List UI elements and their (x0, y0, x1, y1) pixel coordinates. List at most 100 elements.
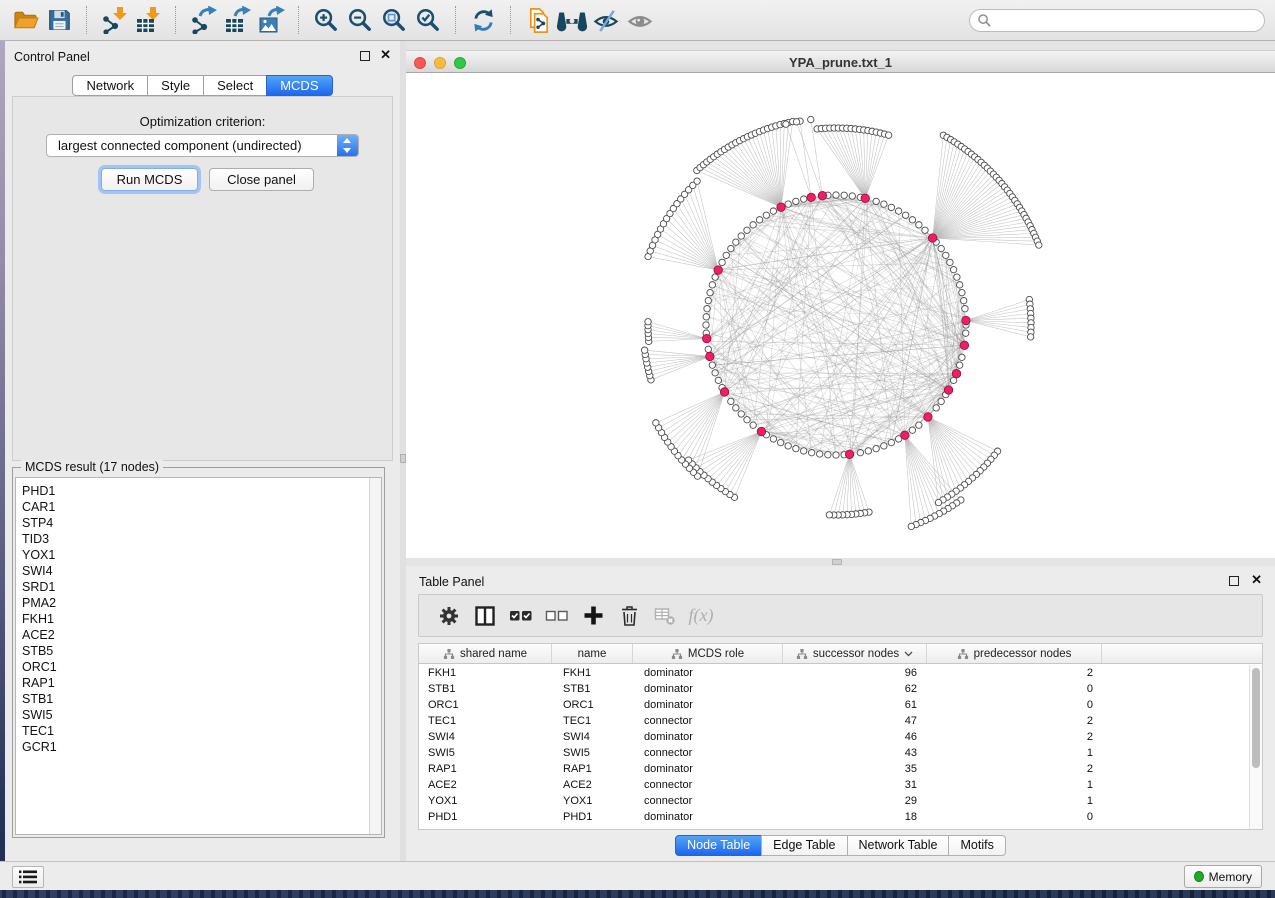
mcds-hub-node[interactable] (818, 192, 826, 200)
mcds-hub-node[interactable] (703, 334, 711, 342)
mcds-result-item[interactable]: PMA2 (22, 595, 381, 611)
tab-motifs[interactable]: Motifs (948, 835, 1005, 856)
mcds-result-item[interactable]: SRD1 (22, 579, 381, 595)
close-panel-button[interactable]: Close panel (209, 168, 314, 191)
mcds-result-item[interactable]: STB5 (22, 643, 381, 659)
close-panel-icon[interactable]: ✕ (380, 48, 391, 62)
zoom-in-icon[interactable] (309, 3, 343, 37)
tab-select[interactable]: Select (203, 75, 267, 96)
open-file-icon[interactable] (8, 3, 42, 37)
table-scrollbar[interactable] (1249, 665, 1262, 829)
table-row[interactable]: PHD1PHD1dominator180 (419, 809, 1249, 825)
mcds-hub-node[interactable] (757, 427, 765, 435)
refresh-view-icon[interactable] (466, 3, 500, 37)
mcds-hub-node[interactable] (706, 352, 714, 360)
mcds-result-item[interactable]: YOX1 (22, 547, 381, 563)
zoom-out-icon[interactable] (343, 3, 377, 37)
table-row[interactable]: ACE2ACE2connector311 (419, 777, 1249, 793)
mcds-result-item[interactable]: SWI5 (22, 707, 381, 723)
hide-selected-icon[interactable] (589, 3, 623, 37)
network-view-canvas[interactable] (406, 73, 1275, 558)
mcds-hub-node[interactable] (720, 388, 728, 396)
select-all-icon[interactable] (503, 598, 539, 634)
memory-button[interactable]: Memory (1184, 865, 1262, 888)
add-column-icon[interactable] (575, 598, 611, 634)
table-settings-icon[interactable] (431, 598, 467, 634)
mcds-result-item[interactable]: STP4 (22, 515, 381, 531)
column-header-name[interactable]: name (552, 644, 633, 663)
float-panel-icon[interactable] (1229, 576, 1239, 586)
tab-style[interactable]: Style (147, 75, 204, 96)
mcds-result-item[interactable]: ORC1 (22, 659, 381, 675)
mcds-hub-node[interactable] (944, 386, 952, 394)
show-all-icon[interactable] (623, 3, 657, 37)
column-header-predecessor-nodes[interactable]: predecessor nodes (927, 644, 1102, 663)
column-header-MCDS-role[interactable]: MCDS role (633, 644, 783, 663)
network-graph[interactable] (406, 73, 1275, 558)
mcds-hub-node[interactable] (777, 203, 785, 211)
mcds-result-item[interactable]: PHD1 (22, 483, 381, 499)
tab-edge-table[interactable]: Edge Table (761, 835, 847, 856)
mcds-hub-node[interactable] (807, 193, 815, 201)
mcds-hub-node[interactable] (901, 431, 909, 439)
tab-network-table[interactable]: Network Table (847, 835, 950, 856)
float-panel-icon[interactable] (360, 51, 370, 61)
mcds-hub-node[interactable] (960, 341, 968, 349)
scrollbar-thumb[interactable] (1252, 668, 1260, 768)
export-table-icon[interactable] (220, 3, 254, 37)
delete-table-icon[interactable] (647, 598, 683, 634)
search-input[interactable] (969, 9, 1265, 32)
run-mcds-button[interactable]: Run MCDS (101, 168, 198, 191)
mcds-result-item[interactable]: GCR1 (22, 739, 381, 755)
mcds-hub-node[interactable] (714, 266, 722, 274)
first-neighbors-icon[interactable] (555, 3, 589, 37)
column-header-shared-name[interactable]: shared name (419, 644, 552, 663)
table-row[interactable]: YOX1YOX1connector291 (419, 793, 1249, 809)
mcds-list-scrollbar[interactable] (369, 478, 381, 834)
table-row[interactable]: TEC1TEC1connector472 (419, 713, 1249, 729)
optimization-criterion-dropdown[interactable]: largest connected component (undirected) (46, 134, 359, 157)
zoom-fit-icon[interactable] (377, 3, 411, 37)
mcds-result-item[interactable]: STB1 (22, 691, 381, 707)
mcds-result-item[interactable]: SWI4 (22, 563, 381, 579)
delete-column-icon[interactable] (611, 598, 647, 634)
tab-network[interactable]: Network (72, 75, 148, 96)
save-session-icon[interactable] (42, 3, 76, 37)
table-row[interactable]: RAP1RAP1dominator352 (419, 761, 1249, 777)
import-table-icon[interactable] (131, 3, 165, 37)
mcds-hub-node[interactable] (845, 450, 853, 458)
mcds-result-list[interactable]: PHD1CAR1STP4TID3YOX1SWI4SRD1PMA2FKH1ACE2… (15, 477, 382, 835)
tab-node-table[interactable]: Node Table (675, 835, 762, 856)
mcds-result-item[interactable]: FKH1 (22, 611, 381, 627)
network-window-titlebar[interactable]: YPA_prune.txt_1 (406, 50, 1275, 73)
mcds-hub-node[interactable] (962, 316, 970, 324)
horizontal-splitter[interactable] (406, 558, 1275, 566)
export-network-icon[interactable] (186, 3, 220, 37)
close-panel-icon[interactable]: ✕ (1251, 573, 1262, 587)
new-network-from-selection-icon[interactable] (521, 3, 555, 37)
mcds-result-item[interactable]: TEC1 (22, 723, 381, 739)
mcds-hub-node[interactable] (924, 413, 932, 421)
mcds-hub-node[interactable] (928, 234, 936, 242)
table-row[interactable]: ORC1ORC1dominator610 (419, 697, 1249, 713)
column-header-successor-nodes[interactable]: successor nodes (783, 644, 927, 663)
mcds-result-item[interactable]: ACE2 (22, 627, 381, 643)
table-row[interactable]: FKH1FKH1dominator962 (419, 665, 1249, 681)
deselect-all-icon[interactable] (539, 598, 575, 634)
splitter-handle[interactable] (832, 559, 842, 565)
table-row[interactable]: SWI4SWI4dominator462 (419, 729, 1249, 745)
table-row[interactable]: STB1STB1dominator620 (419, 681, 1249, 697)
dropdown-stepper-icon[interactable] (337, 135, 358, 156)
mcds-hub-node[interactable] (861, 194, 869, 202)
export-image-icon[interactable] (254, 3, 288, 37)
tab-mcds[interactable]: MCDS (266, 75, 332, 96)
import-network-icon[interactable] (97, 3, 131, 37)
show-column-icon[interactable] (467, 598, 503, 634)
mcds-result-item[interactable]: TID3 (22, 531, 381, 547)
mcds-result-item[interactable]: RAP1 (22, 675, 381, 691)
zoom-selected-icon[interactable] (411, 3, 445, 37)
task-history-button[interactable] (12, 866, 44, 888)
mcds-hub-node[interactable] (952, 369, 960, 377)
mcds-result-item[interactable]: CAR1 (22, 499, 381, 515)
table-row[interactable]: SWI5SWI5connector431 (419, 745, 1249, 761)
